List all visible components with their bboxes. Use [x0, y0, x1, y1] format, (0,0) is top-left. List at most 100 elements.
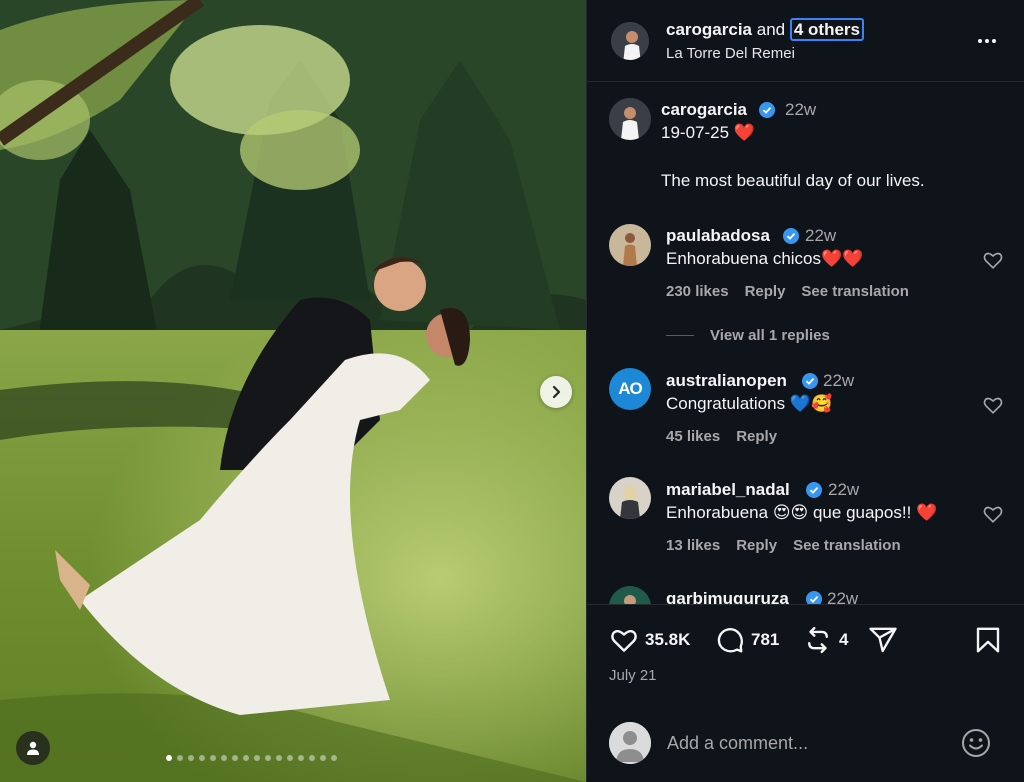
caption-avatar[interactable]	[609, 98, 651, 140]
reply-button[interactable]: Reply	[736, 537, 777, 554]
bookmark-icon	[976, 627, 1000, 653]
comment-avatar[interactable]	[609, 586, 651, 604]
caption-line-1: 19-07-25 ❤️	[661, 123, 755, 142]
author-username[interactable]: carogarcia	[666, 20, 752, 39]
caption-time: 22w	[785, 100, 817, 119]
person-icon	[27, 741, 39, 755]
comment-text: Congratulations 💙🥰	[666, 394, 833, 413]
location-link[interactable]: La Torre Del Remei	[666, 45, 795, 62]
reposts-count: 4	[839, 630, 849, 649]
view-replies-label: View all 1 replies	[710, 327, 830, 344]
likes-count[interactable]: 35.8K	[645, 630, 690, 650]
comment-bubble-icon	[717, 628, 744, 653]
current-user-avatar	[609, 722, 651, 764]
see-translation-button[interactable]: See translation	[801, 283, 909, 300]
carousel-dot	[177, 755, 183, 761]
carousel-dot	[331, 755, 337, 761]
profile-photo-icon	[611, 22, 649, 60]
comment-avatar[interactable]	[609, 477, 651, 519]
heart-icon	[611, 629, 637, 652]
carousel-dot	[199, 755, 205, 761]
carousel-dots	[166, 755, 337, 761]
tagged-users-button[interactable]	[16, 731, 50, 765]
comment-likes[interactable]: 230 likes	[666, 283, 729, 300]
comment-time: 22w	[805, 226, 837, 245]
like-comment-heart-icon[interactable]	[982, 249, 1004, 271]
reply-button[interactable]: Reply	[736, 428, 777, 445]
carousel-dot	[243, 755, 249, 761]
more-options-button[interactable]	[973, 29, 1001, 53]
collab-authors: carogarcia and 4 others	[666, 18, 864, 41]
carousel-dot	[320, 755, 326, 761]
comment-meta: 45 likes Reply	[666, 428, 777, 445]
comment-meta: 13 likes Reply See translation	[666, 537, 901, 554]
like-comment-heart-icon[interactable]	[982, 503, 1004, 525]
comment-meta: 230 likes Reply See translation	[666, 283, 909, 300]
post-header: carogarcia and 4 others La Torre Del Rem…	[587, 0, 1024, 82]
comment-time: 22w	[828, 480, 860, 499]
dot-icon	[978, 39, 982, 43]
carousel-dot	[265, 755, 271, 761]
view-replies-button[interactable]: View all 1 replies	[666, 327, 830, 344]
comment-username[interactable]: paulabadosa	[666, 226, 770, 246]
caption-line-2: The most beautiful day of our lives.	[661, 171, 925, 190]
post-side-panel: carogarcia and 4 others La Torre Del Rem…	[586, 0, 1024, 782]
emoji-icon[interactable]	[960, 727, 992, 759]
share-button[interactable]	[868, 625, 898, 655]
comment-likes[interactable]: 45 likes	[666, 428, 720, 445]
like-comment-heart-icon[interactable]	[982, 394, 1004, 416]
carousel-dot	[188, 755, 194, 761]
profile-photo-icon	[609, 98, 651, 140]
chevron-right-icon	[552, 385, 561, 399]
caption-username[interactable]: carogarcia	[661, 100, 747, 120]
carousel-dot	[232, 755, 238, 761]
comment-username[interactable]: australianopen	[666, 371, 787, 391]
dot-icon	[992, 39, 996, 43]
comment-avatar[interactable]	[609, 224, 651, 266]
others-link[interactable]: 4 others	[789, 18, 864, 41]
post-date[interactable]: July 21	[609, 667, 657, 684]
replies-divider	[666, 335, 694, 336]
post-photo[interactable]	[0, 0, 586, 782]
save-button[interactable]	[973, 625, 1003, 655]
comment-username[interactable]: mariabel_nadal	[666, 480, 790, 500]
default-avatar-icon	[609, 722, 651, 764]
carousel-dot	[276, 755, 282, 761]
add-comment-bar	[587, 704, 1024, 782]
post-actions: 35.8K 781 4 July 21	[587, 604, 1024, 704]
carousel-dot	[298, 755, 304, 761]
send-paper-plane-icon	[869, 627, 897, 653]
profile-photo-icon	[609, 224, 651, 266]
verified-badge-icon	[759, 102, 775, 118]
verified-badge-icon	[783, 228, 799, 244]
carousel-dot	[254, 755, 260, 761]
carousel-dot	[287, 755, 293, 761]
carousel-dot	[166, 755, 172, 761]
author-avatar[interactable]	[609, 20, 651, 62]
comment-text: Enhorabuena chicos❤️❤️	[666, 249, 864, 268]
dot-icon	[985, 39, 989, 43]
comment-input[interactable]	[667, 729, 947, 757]
carousel-dot	[210, 755, 216, 761]
and-text: and	[756, 20, 786, 39]
ao-logo: AO	[618, 379, 642, 398]
comment-text: Enhorabuena 😍😍 que guapos!! ❤️	[666, 503, 938, 522]
carousel-dot	[221, 755, 227, 761]
comment-likes[interactable]: 13 likes	[666, 537, 720, 554]
comments-count: 781	[751, 630, 780, 649]
reply-button[interactable]: Reply	[745, 283, 786, 300]
verified-badge-icon	[806, 482, 822, 498]
repost-button[interactable]: 4	[803, 625, 848, 655]
comment-time: 22w	[827, 589, 859, 604]
comment-username[interactable]: garbimuguruza	[666, 589, 789, 604]
repost-icon	[808, 626, 828, 654]
comments-list[interactable]: carogarcia 22w 19-07-25 ❤️ The most beau…	[587, 83, 1024, 604]
like-button[interactable]: 35.8K	[609, 625, 690, 655]
comment-time: 22w	[823, 371, 855, 390]
profile-photo-icon	[609, 477, 651, 519]
see-translation-button[interactable]: See translation	[793, 537, 901, 554]
verified-badge-icon	[806, 591, 822, 604]
next-photo-button[interactable]	[540, 376, 572, 408]
comment-avatar[interactable]: AO	[609, 368, 651, 410]
comment-button[interactable]: 781	[715, 625, 779, 655]
